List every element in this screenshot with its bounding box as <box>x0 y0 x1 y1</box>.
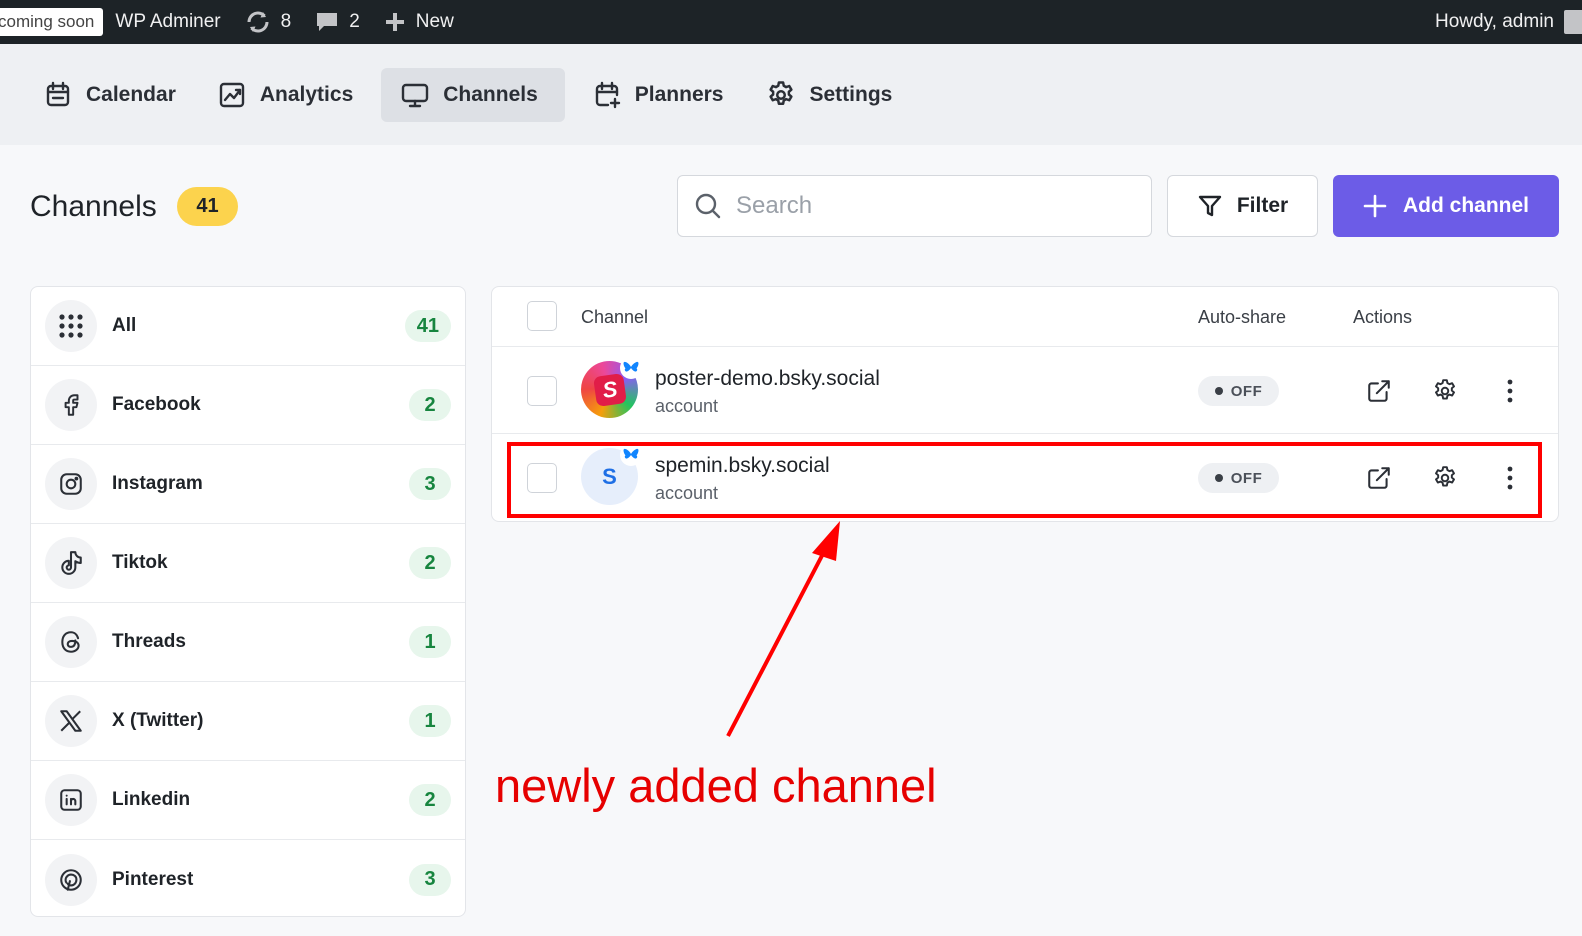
main-nav: Calendar Analytics Channels Planners Set… <box>0 44 1582 145</box>
sidebar-item-label: Facebook <box>112 394 201 415</box>
new-content-link[interactable]: New <box>384 11 454 33</box>
new-label: New <box>415 11 454 32</box>
plus-icon <box>1363 194 1387 218</box>
sidebar-item-threads[interactable]: Threads 1 <box>31 603 465 682</box>
wp-admin-bar: coming soon WP Adminer 8 2 New Howdy, ad… <box>0 0 1582 44</box>
column-header-actions: Actions <box>1353 307 1413 327</box>
sidebar-item-count: 1 <box>409 705 451 737</box>
sidebar-item-label: X (Twitter) <box>112 710 204 731</box>
annotation-text: newly added channel <box>495 759 937 812</box>
linkedin-icon <box>45 774 97 826</box>
sidebar-item-label: Pinterest <box>112 868 194 890</box>
x-twitter-icon <box>45 695 97 747</box>
auto-share-status: OFF <box>1230 382 1263 400</box>
user-avatar <box>1564 10 1582 34</box>
sidebar-item-count: 2 <box>409 547 451 579</box>
updates-count: 8 <box>280 11 292 32</box>
sidebar-item-tiktok[interactable]: Tiktok 2 <box>31 524 465 603</box>
sidebar-item-linkedin[interactable]: Linkedin 2 <box>31 761 465 840</box>
comment-icon <box>317 13 338 31</box>
external-link-icon[interactable] <box>1366 378 1392 404</box>
monitor-icon <box>402 83 429 107</box>
auto-share-toggle[interactable]: OFF <box>1198 376 1279 406</box>
nav-planners[interactable]: Planners <box>579 68 738 122</box>
coming-soon-badge[interactable]: coming soon <box>0 8 104 36</box>
sidebar-item-pinterest[interactable]: Pinterest 3 <box>31 840 465 916</box>
comments-link[interactable]: 2 <box>315 11 360 33</box>
channels-count-badge: 41 <box>177 187 238 226</box>
sidebar-item-label: Tiktok <box>112 552 168 573</box>
updates-link[interactable]: 8 <box>245 11 292 33</box>
analytics-icon <box>219 82 245 107</box>
more-vertical-icon[interactable] <box>1500 378 1520 404</box>
nav-calendar[interactable]: Calendar <box>30 68 190 122</box>
highlight-box <box>507 442 1542 518</box>
add-channel-label: Add channel <box>1402 194 1529 217</box>
column-header-channel: Channel <box>581 307 649 327</box>
sidebar-item-all[interactable]: All 41 <box>31 287 465 366</box>
status-dot <box>1214 387 1223 395</box>
sidebar-item-label: Threads <box>112 631 186 652</box>
search-input[interactable] <box>736 192 1116 220</box>
nav-analytics-label: Analytics <box>259 82 354 106</box>
grid-dots-icon <box>45 300 97 352</box>
page-title: Channels <box>30 190 157 223</box>
sidebar-item-label: Linkedin <box>112 789 191 810</box>
bluesky-icon <box>620 357 642 379</box>
column-header-auto-share: Auto-share <box>1198 307 1287 327</box>
sidebar-item-x-twitter[interactable]: X (Twitter) 1 <box>31 682 465 761</box>
site-name-link[interactable]: WP Adminer <box>115 11 220 33</box>
search-box[interactable] <box>677 175 1152 237</box>
nav-settings-label: Settings <box>809 82 893 106</box>
channel-type: account <box>655 396 719 416</box>
nav-channels[interactable]: Channels <box>381 67 565 122</box>
channel-name[interactable]: poster-demo.bsky.social <box>655 367 880 391</box>
calendar-icon <box>46 81 70 106</box>
gear-icon <box>768 80 793 105</box>
sidebar-item-count: 41 <box>404 310 451 342</box>
row-checkbox[interactable] <box>527 376 557 406</box>
nav-analytics[interactable]: Analytics <box>204 68 367 122</box>
comments-count: 2 <box>349 11 360 32</box>
facebook-icon <box>45 379 97 431</box>
sidebar-item-count: 2 <box>409 389 451 421</box>
sidebar-item-count: 1 <box>409 626 451 658</box>
gear-icon[interactable] <box>1432 378 1458 404</box>
avatar-letter: S <box>592 372 627 407</box>
nav-settings[interactable]: Settings <box>752 68 907 122</box>
pinterest-icon <box>45 853 97 906</box>
sidebar-item-instagram[interactable]: Instagram 3 <box>31 445 465 524</box>
tiktok-icon <box>45 537 97 589</box>
filter-label: Filter <box>1236 194 1289 217</box>
sidebar-item-count: 3 <box>409 863 451 896</box>
table-row: S poster-demo.bsky.social account OFF <box>492 347 1558 434</box>
sidebar-item-label: Instagram <box>112 473 203 494</box>
nav-calendar-label: Calendar <box>86 82 176 106</box>
table-header: Channel Auto-share Actions <box>492 287 1558 347</box>
account-menu[interactable]: Howdy, admin <box>1435 0 1582 44</box>
add-channel-button[interactable]: Add channel <box>1333 175 1559 237</box>
refresh-icon <box>247 11 269 33</box>
instagram-icon <box>45 458 97 510</box>
sidebar-item-label: All <box>112 315 137 336</box>
filter-button[interactable]: Filter <box>1167 175 1318 237</box>
sidebar-item-count: 2 <box>409 784 451 816</box>
nav-planners-label: Planners <box>634 82 724 106</box>
nav-channels-label: Channels <box>443 82 538 106</box>
filter-icon <box>1198 195 1222 217</box>
calendar-plus-icon <box>595 81 620 108</box>
sidebar-item-count: 3 <box>409 468 451 500</box>
select-all-checkbox[interactable] <box>527 301 557 331</box>
threads-icon <box>45 616 97 668</box>
plus-icon <box>385 13 404 31</box>
greeting-text: Howdy, admin <box>1435 11 1554 32</box>
sidebar-item-facebook[interactable]: Facebook 2 <box>31 366 465 445</box>
platform-sidebar: All 41 Facebook 2 Instagram 3 Tiktok 2 T… <box>30 286 466 917</box>
search-icon <box>695 193 721 219</box>
